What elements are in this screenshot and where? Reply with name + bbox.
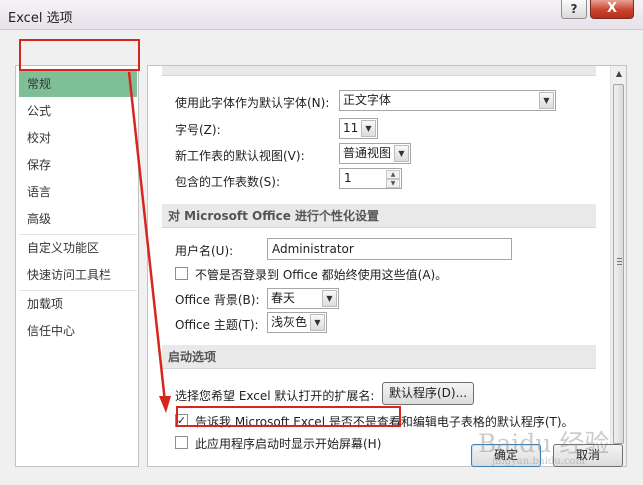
help-button[interactable]: ? bbox=[561, 0, 587, 19]
show-start-screen-label: 此应用程序启动时显示开始屏幕(H) bbox=[195, 437, 382, 451]
extensions-label: 选择您希望 Excel 默认打开的扩展名: bbox=[175, 389, 375, 403]
office-theme-value: 浅灰色 bbox=[271, 315, 308, 329]
watermark-logo: Baidu 经验 bbox=[478, 429, 610, 458]
office-background-select[interactable]: 春天 ▼ bbox=[267, 288, 339, 309]
section-header-startup: 启动选项 bbox=[162, 345, 596, 369]
always-use-label: 不管是否登录到 Office 都始终使用这些值(A)。 bbox=[195, 268, 448, 282]
font-size-label: 字号(Z): bbox=[175, 123, 221, 137]
nav-item-save[interactable]: 保存 bbox=[19, 152, 137, 178]
sheet-count-value: 1 bbox=[344, 171, 352, 185]
chevron-down-icon: ▼ bbox=[322, 290, 337, 307]
office-theme-label: Office 主题(T): bbox=[175, 318, 259, 332]
grip-line bbox=[617, 261, 622, 262]
nav-item-customize-ribbon[interactable]: 自定义功能区 bbox=[19, 235, 137, 261]
default-view-value: 普通视图 bbox=[343, 146, 392, 160]
nav-item-add-ins[interactable]: 加载项 bbox=[19, 291, 137, 317]
nav-item-proofing[interactable]: 校对 bbox=[19, 125, 137, 151]
nav-item-formulas[interactable]: 公式 bbox=[19, 98, 137, 124]
chevron-down-icon: ▼ bbox=[539, 92, 554, 109]
window-title: Excel 选项 bbox=[8, 11, 73, 26]
default-font-select[interactable]: 正文字体 ▼ bbox=[339, 90, 556, 111]
grip-line bbox=[617, 258, 622, 259]
office-theme-select[interactable]: 浅灰色 ▼ bbox=[267, 312, 327, 333]
chevron-down-icon: ▼ bbox=[310, 314, 325, 331]
panel-scrollbar[interactable]: ▲ ▼ bbox=[610, 66, 626, 466]
font-size-select[interactable]: 11 ▼ bbox=[339, 118, 378, 139]
chevron-down-icon: ▼ bbox=[361, 120, 376, 137]
annotation-box-general bbox=[19, 39, 140, 71]
chevron-down-icon: ▼ bbox=[394, 145, 409, 162]
default-view-label: 新工作表的默认视图(V): bbox=[175, 149, 305, 163]
default-programs-button[interactable]: 默认程序(D)... bbox=[382, 382, 474, 405]
nav-item-quick-access-toolbar[interactable]: 快速访问工具栏 bbox=[19, 262, 137, 288]
sheet-count-label: 包含的工作表数(S): bbox=[175, 175, 281, 189]
default-view-select[interactable]: 普通视图 ▼ bbox=[339, 143, 411, 164]
section-header-new-workbook bbox=[162, 66, 596, 76]
default-font-value: 正文字体 bbox=[343, 93, 392, 107]
scrollbar-thumb[interactable] bbox=[613, 84, 624, 444]
options-nav: 常规 公式 校对 保存 语言 高级 自定义功能区 快速访问工具栏 加载项 信任中… bbox=[15, 65, 139, 467]
office-background-value: 春天 bbox=[271, 291, 296, 305]
always-use-checkbox[interactable] bbox=[175, 267, 188, 280]
watermark-url: jingyan.baidu.com bbox=[492, 456, 586, 467]
grip-line bbox=[617, 264, 622, 265]
office-background-label: Office 背景(B): bbox=[175, 293, 260, 307]
section-header-personalize: 对 Microsoft Office 进行个性化设置 bbox=[162, 204, 596, 228]
annotation-box-start-screen bbox=[176, 406, 401, 427]
nav-item-advanced[interactable]: 高级 bbox=[19, 206, 137, 232]
username-label: 用户名(U): bbox=[175, 244, 234, 258]
sheet-count-spinner[interactable]: 1 ▲ ▼ bbox=[339, 168, 402, 189]
nav-item-language[interactable]: 语言 bbox=[19, 179, 137, 205]
title-bar: Excel 选项 ? X bbox=[0, 0, 643, 30]
nav-item-general[interactable]: 常规 bbox=[19, 71, 137, 97]
default-font-label: 使用此字体作为默认字体(N): bbox=[175, 96, 330, 110]
username-input[interactable]: Administrator bbox=[267, 238, 512, 260]
spinner-down-icon[interactable]: ▼ bbox=[386, 179, 400, 188]
font-size-value: 11 bbox=[343, 121, 359, 135]
spinner-up-icon[interactable]: ▲ bbox=[386, 170, 400, 179]
show-start-screen-checkbox[interactable] bbox=[175, 436, 188, 449]
close-button[interactable]: X bbox=[590, 0, 634, 19]
nav-item-trust-center[interactable]: 信任中心 bbox=[19, 318, 137, 344]
scroll-up-icon[interactable]: ▲ bbox=[611, 66, 626, 82]
